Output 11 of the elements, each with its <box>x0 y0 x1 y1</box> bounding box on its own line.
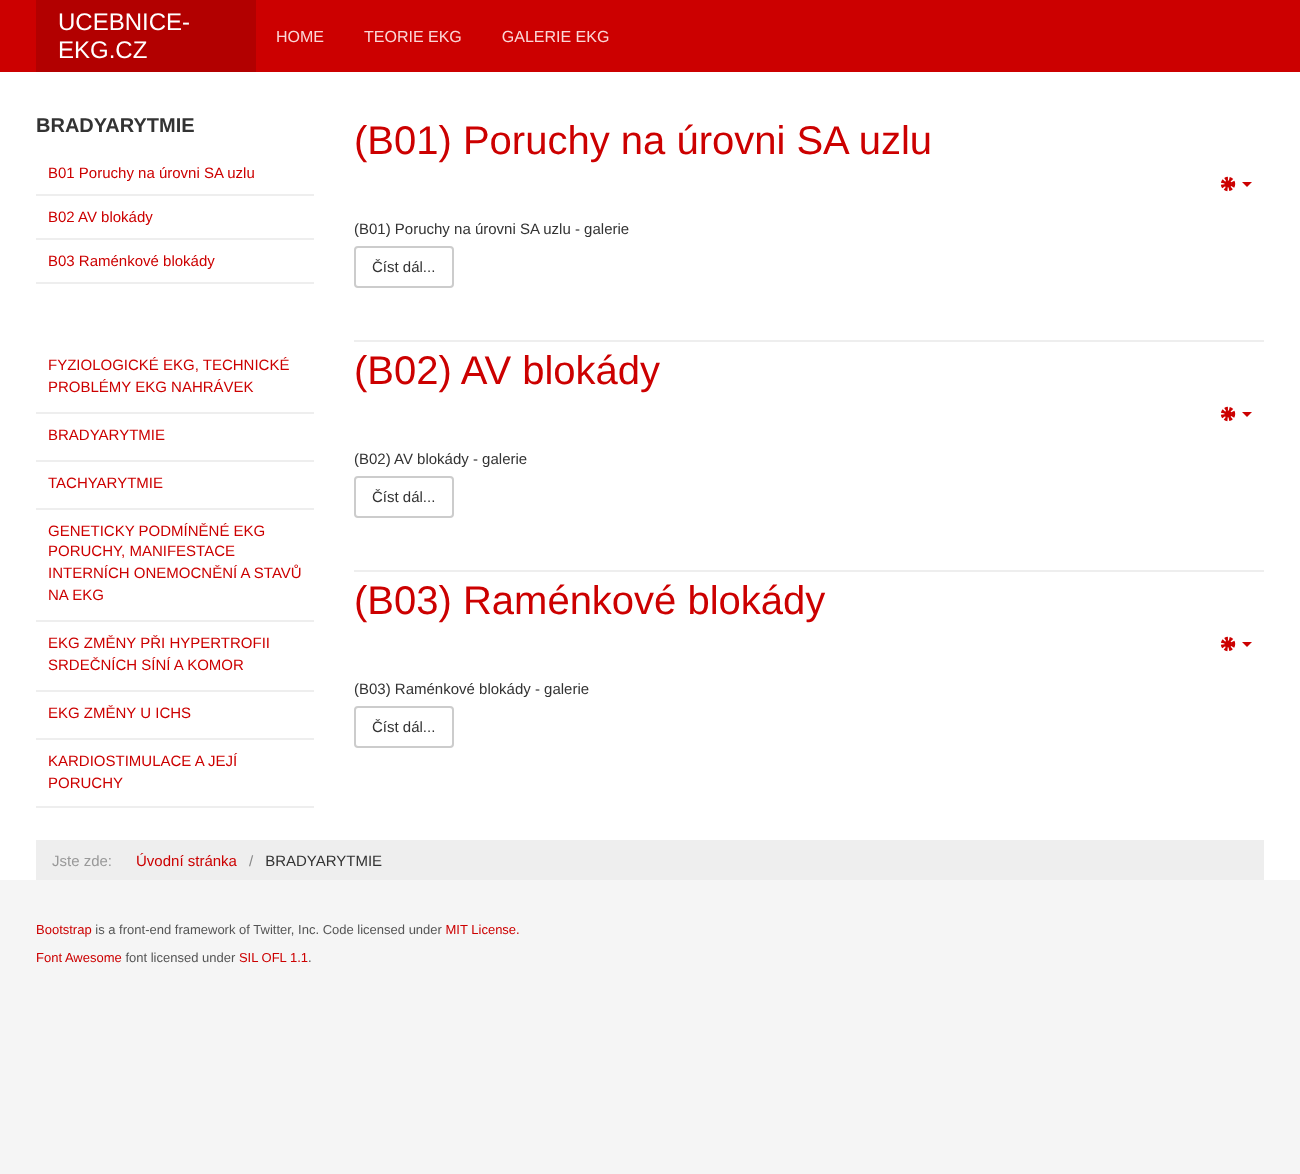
article-title[interactable]: (B02) AV blokády <box>354 348 1264 396</box>
brand-link[interactable]: UCEBNICE-EKG.CZ <box>36 0 256 72</box>
gear-icon[interactable] <box>1220 636 1254 652</box>
article-title[interactable]: (B01) Poruchy na úrovni SA uzlu <box>354 118 1264 166</box>
gear-icon[interactable] <box>1220 406 1254 422</box>
nav-link[interactable]: HOME <box>256 0 344 72</box>
nav-link[interactable]: TEORIE EKG <box>344 0 482 72</box>
sidebar-title: BRADYARYTMIE <box>36 116 197 138</box>
gear-icon[interactable] <box>1220 176 1254 192</box>
article-title[interactable]: (B03) Raménkové blokády <box>354 578 1264 626</box>
nav-link[interactable]: GALERIE EKG <box>481 0 630 72</box>
